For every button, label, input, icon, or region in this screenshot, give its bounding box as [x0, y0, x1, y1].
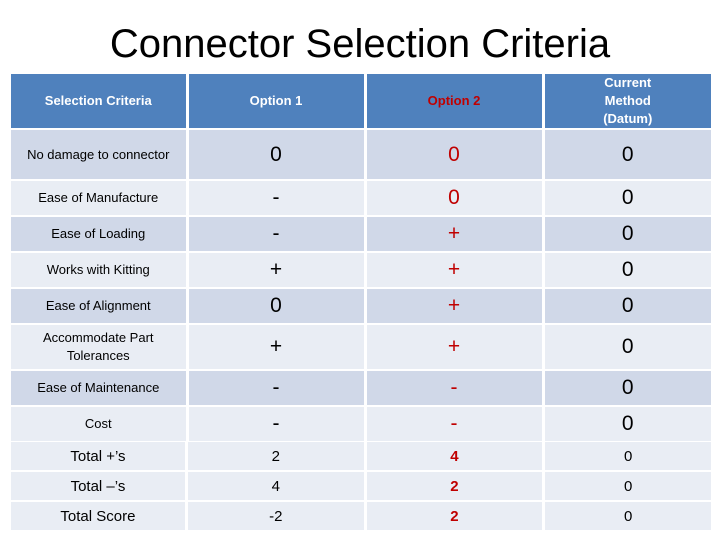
option2-cell: + — [366, 325, 542, 369]
option1-total: 2 — [187, 442, 364, 470]
option2-cell: + — [366, 217, 542, 251]
datum-cell: 0 — [544, 253, 711, 287]
datum-total: 0 — [545, 442, 711, 470]
option1-cell: + — [188, 325, 364, 369]
criteria-cell: Works with Kitting — [11, 253, 186, 287]
option2-cell: - — [366, 407, 542, 441]
option2-cell: 0 — [366, 181, 542, 215]
table-row: Ease of Loading - + 0 — [11, 217, 711, 251]
criteria-cell: Ease of Maintenance — [11, 371, 186, 405]
totals-row-score: Total Score -2 2 0 — [11, 502, 711, 530]
table-row: Ease of Maintenance - - 0 — [11, 371, 711, 405]
totals-label: Total Score — [11, 502, 185, 530]
option1-cell: 0 — [188, 130, 364, 179]
table-row: Cost - - 0 — [11, 407, 711, 441]
header-option-2: Option 2 — [366, 74, 542, 128]
datum-total: 0 — [545, 472, 711, 500]
datum-cell: 0 — [544, 371, 711, 405]
datum-cell: 0 — [544, 217, 711, 251]
datum-total: 0 — [545, 502, 711, 530]
criteria-cell: Ease of Alignment — [11, 289, 186, 323]
totals-table: Total +’s 2 4 0 Total –’s 4 2 0 Total Sc… — [8, 440, 714, 532]
option1-total: 4 — [187, 472, 364, 500]
totals-row-minus: Total –’s 4 2 0 — [11, 472, 711, 500]
option1-cell: - — [188, 371, 364, 405]
datum-cell: 0 — [544, 181, 711, 215]
table-row: Ease of Alignment 0 + 0 — [11, 289, 711, 323]
criteria-cell: Cost — [11, 407, 186, 441]
option1-cell: - — [188, 407, 364, 441]
header-option-1: Option 1 — [188, 74, 364, 128]
datum-cell: 0 — [544, 407, 711, 441]
option1-cell: + — [188, 253, 364, 287]
datum-cell: 0 — [544, 130, 711, 179]
option2-total: 2 — [366, 472, 543, 500]
option2-cell: 0 — [366, 130, 542, 179]
header-row: Selection Criteria Option 1 Option 2 Cur… — [11, 74, 711, 128]
totals-label: Total –’s — [11, 472, 185, 500]
option2-total: 2 — [366, 502, 543, 530]
totals-row-plus: Total +’s 2 4 0 — [11, 442, 711, 470]
option1-total: -2 — [187, 502, 364, 530]
option1-cell: - — [188, 181, 364, 215]
header-selection-criteria: Selection Criteria — [11, 74, 186, 128]
option2-cell: + — [366, 253, 542, 287]
datum-cell: 0 — [544, 325, 711, 369]
criteria-cell: No damage to connector — [11, 130, 186, 179]
page-title: Connector Selection Criteria — [109, 22, 611, 66]
datum-cell: 0 — [544, 289, 711, 323]
header-current-method: Current Method (Datum) — [544, 74, 711, 128]
option1-cell: - — [188, 217, 364, 251]
criteria-cell: Ease of Manufacture — [11, 181, 186, 215]
table-row: Accommodate Part Tolerances + + 0 — [11, 325, 711, 369]
option2-cell: + — [366, 289, 542, 323]
criteria-cell: Ease of Loading — [11, 217, 186, 251]
option2-total: 4 — [366, 442, 543, 470]
option1-cell: 0 — [188, 289, 364, 323]
table-row: Ease of Manufacture - 0 0 — [11, 181, 711, 215]
table-row: Works with Kitting + + 0 — [11, 253, 711, 287]
totals-label: Total +’s — [11, 442, 185, 470]
criteria-table: Selection Criteria Option 1 Option 2 Cur… — [8, 72, 714, 443]
criteria-cell: Accommodate Part Tolerances — [11, 325, 186, 369]
table-row: No damage to connector 0 0 0 — [11, 130, 711, 179]
option2-cell: - — [366, 371, 542, 405]
